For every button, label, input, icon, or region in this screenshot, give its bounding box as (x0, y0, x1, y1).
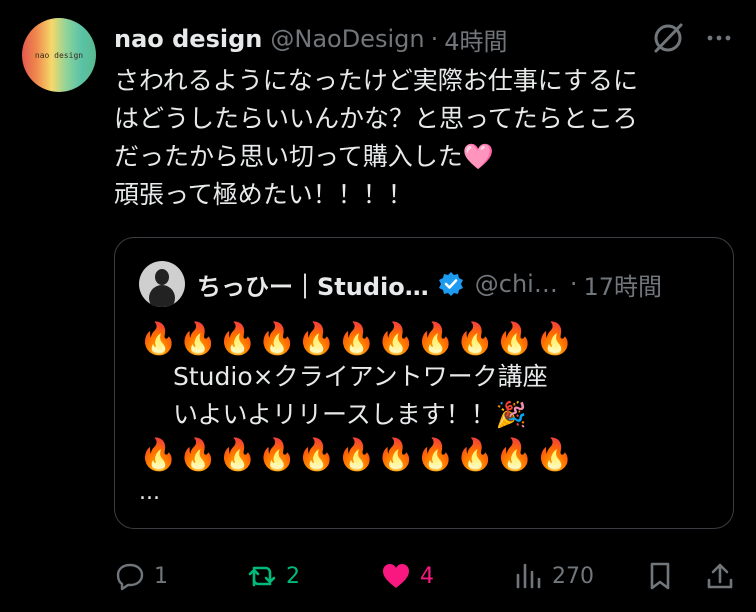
grok-icon[interactable] (650, 20, 686, 56)
show-more-ellipsis: ... (139, 480, 160, 505)
quoted-author-avatar (139, 261, 185, 307)
bookmark-icon (650, 562, 670, 590)
quoted-text-line: Studio×クライアントワーク講座 (173, 362, 548, 391)
share-button[interactable] (704, 552, 736, 600)
reply-count: 1 (154, 563, 168, 589)
view-count: 270 (552, 563, 594, 589)
quoted-post-timestamp: 17時間 (583, 272, 663, 301)
quoted-author-handle: @chi… (474, 270, 558, 298)
heart-emoji: 🩷 (462, 142, 494, 171)
quoted-post-header: ちっひー｜Studio… @chi… · 17時間 (197, 266, 717, 302)
fire-emoji-row: 🔥🔥🔥🔥🔥🔥🔥🔥🔥🔥🔥 (139, 321, 575, 357)
views-icon (516, 563, 541, 589)
author-avatar[interactable]: nao design (22, 18, 96, 92)
quoted-author-name: ちっひー｜Studio… (197, 272, 429, 301)
post-text-line: はどうしたらいいんかな？と思ってたらところ (114, 104, 638, 133)
post-header: nao design @NaoDesign · 4時間 (114, 22, 508, 56)
views-button[interactable]: 270 (512, 552, 594, 600)
repost-button[interactable]: 2 (246, 552, 300, 600)
author-name[interactable]: nao design (114, 25, 262, 53)
like-button[interactable]: 4 (380, 552, 434, 600)
post-actions-bar: 1 2 4 270 (0, 552, 756, 600)
post-text-line: 頑張って極めたい！！！！ (114, 180, 413, 209)
like-count: 4 (420, 563, 434, 589)
post-text-line: だったから思い切って購入した🩷 (114, 138, 744, 176)
fire-emoji-row: 🔥🔥🔥🔥🔥🔥🔥🔥🔥🔥🔥 (139, 437, 575, 473)
reply-icon (116, 563, 144, 591)
reply-button[interactable]: 1 (114, 552, 168, 600)
post-text-line: さわれるようになったけど実際お仕事にするに (114, 66, 639, 95)
separator-dot: · (569, 270, 578, 298)
post-text-line: だったから思い切って購入した (114, 142, 463, 171)
bookmark-button[interactable] (644, 552, 676, 600)
share-icon (707, 563, 733, 589)
separator-dot: · (430, 25, 439, 53)
post-text: さわれるようになったけど実際お仕事にするに はどうしたらいいんかな？と思ってたら… (114, 62, 744, 214)
party-popper-emoji: 🎉 (495, 400, 527, 429)
post-timestamp[interactable]: 4時間 (444, 22, 507, 57)
quoted-post-card[interactable]: ちっひー｜Studio… @chi… · 17時間 🔥🔥🔥🔥🔥🔥🔥🔥🔥🔥🔥 St… (114, 237, 734, 529)
verified-badge-icon (438, 272, 463, 296)
author-handle[interactable]: @NaoDesign (270, 25, 424, 53)
heart-icon (383, 564, 409, 588)
repost-count: 2 (286, 563, 300, 589)
repost-icon (248, 566, 276, 587)
avatar-logo-text: nao design (34, 51, 84, 60)
quoted-text-line: いよいよリリースします！！🎉 (173, 400, 527, 429)
more-icon[interactable] (704, 24, 734, 52)
